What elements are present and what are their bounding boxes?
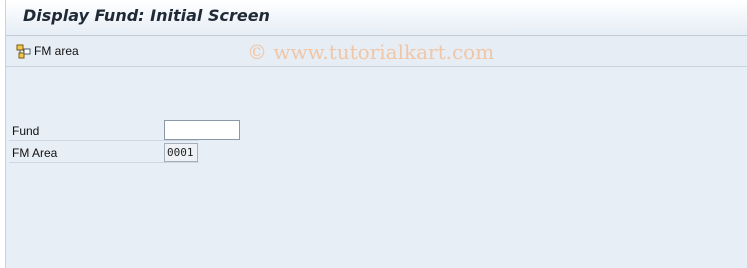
hierarchy-icon [16, 43, 32, 59]
fm-area-label: FM Area [12, 146, 58, 160]
watermark-text: © www.tutorialkart.com [247, 40, 495, 64]
fund-input[interactable] [164, 120, 240, 140]
fund-label: Fund [12, 124, 40, 138]
selection-form: Fund FM Area [6, 68, 747, 268]
fm-area-input[interactable] [164, 143, 198, 162]
page-title: Display Fund: Initial Screen [23, 6, 270, 25]
application-toolbar: FM area © www.tutorialkart.com [6, 36, 747, 67]
title-bar: Display Fund: Initial Screen [6, 0, 747, 36]
sap-window: Display Fund: Initial Screen FM area © w… [5, 0, 747, 268]
fm-area-button-label: FM area [34, 44, 79, 58]
fm-area-button[interactable]: FM area [16, 42, 79, 60]
